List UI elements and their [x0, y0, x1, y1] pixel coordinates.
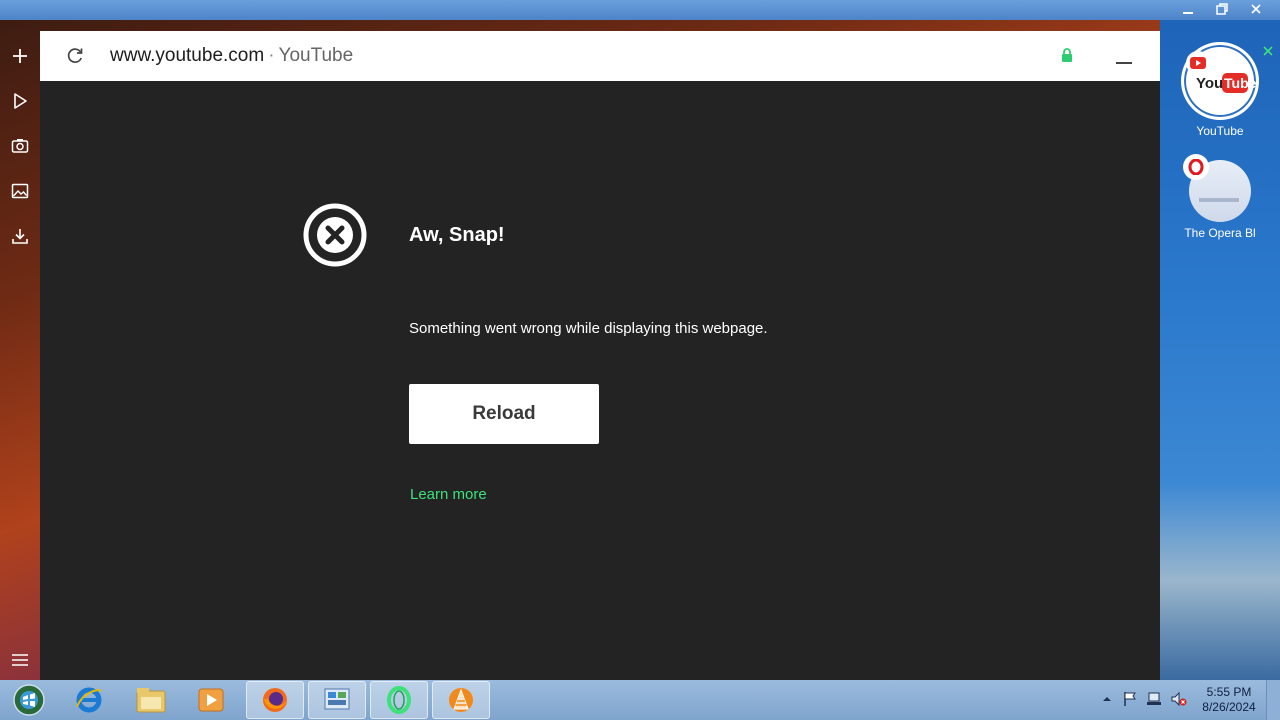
thumbnail-line: [1199, 198, 1239, 202]
reload-page-button[interactable]: [65, 46, 85, 66]
start-orb-icon: [13, 684, 45, 716]
lock-icon: [1062, 48, 1072, 62]
opera-badge: [1183, 154, 1209, 180]
taskbar-vlc[interactable]: [432, 681, 490, 719]
new-tab-button[interactable]: [10, 46, 30, 66]
pinned-site-youtube[interactable]: You Tube YouTube: [1170, 42, 1273, 138]
download-icon: [12, 229, 28, 244]
error-title: Aw, Snap!: [409, 224, 505, 246]
learn-more-link[interactable]: Learn more: [410, 486, 487, 503]
site-name: YouTube: [278, 45, 354, 66]
window-controls: [1178, 2, 1266, 18]
clock-time: 5:55 PM: [1206, 685, 1252, 699]
svg-text:Tube: Tube: [1224, 75, 1256, 91]
flag-icon: [1124, 692, 1136, 706]
tray-volume[interactable]: [1171, 690, 1187, 708]
pinned-site-close[interactable]: [1262, 44, 1274, 56]
taskbar-file-explorer[interactable]: [122, 681, 180, 719]
window-close-button[interactable]: [1246, 2, 1266, 18]
taskbar-media-player[interactable]: [182, 681, 240, 719]
taskbar-opera-gx[interactable]: [370, 681, 428, 719]
vlc-icon: [449, 688, 473, 712]
error-x-icon: [303, 203, 367, 267]
desktop-background: You Tube YouTube The Opera Bl: [1160, 20, 1280, 680]
address-bar: www.youtube.com · YouTube: [40, 31, 1160, 81]
show-desktop-button[interactable]: [1266, 680, 1280, 720]
window-restore-button[interactable]: [1212, 2, 1232, 18]
network-icon: [1147, 692, 1161, 705]
restore-icon: [1216, 3, 1228, 15]
opera-gx-icon: [387, 686, 411, 714]
youtube-thumbnail: You Tube: [1181, 42, 1259, 120]
close-icon: [1251, 4, 1261, 14]
window-minimize-button[interactable]: [1178, 2, 1198, 18]
window-titlebar: [0, 0, 1280, 20]
taskbar-internet-explorer[interactable]: [60, 681, 118, 719]
url-field[interactable]: www.youtube.com · YouTube: [110, 45, 353, 67]
menu-icon: [12, 654, 28, 666]
camera-icon: [11, 139, 29, 153]
url-separator: ·: [268, 45, 275, 66]
start-button[interactable]: [0, 681, 58, 719]
refresh-icon: [67, 48, 83, 64]
pinned-site-opera-blog[interactable]: The Opera Bl: [1170, 154, 1270, 240]
internet-explorer-icon: [76, 687, 102, 713]
file-explorer-icon: [136, 688, 166, 713]
player-button[interactable]: [10, 91, 30, 111]
sidebar-menu-button[interactable]: [10, 650, 30, 670]
clock-date: 8/26/2024: [1202, 700, 1256, 714]
youtube-play-icon: [1190, 57, 1206, 69]
plus-icon: [13, 49, 27, 63]
control-panel-icon: [324, 688, 350, 710]
volume-muted-icon: [1171, 691, 1187, 707]
tray-action-center[interactable]: [1122, 690, 1138, 708]
browser-sidebar: [0, 20, 40, 680]
svg-text:You: You: [1196, 75, 1223, 92]
youtube-badge: [1186, 51, 1210, 75]
image-icon: [11, 183, 29, 199]
pinned-site-label: The Opera Bl: [1184, 226, 1256, 240]
opera-blog-thumbnail: [1183, 154, 1251, 222]
pinned-site-label: YouTube: [1196, 124, 1244, 138]
url-text: www.youtube.com: [110, 45, 265, 66]
taskbar: 5:55 PM 8/26/2024: [0, 680, 1280, 720]
snapshot-button[interactable]: [10, 136, 30, 156]
tray-show-hidden[interactable]: [1099, 690, 1115, 708]
close-icon: [1263, 46, 1273, 56]
dash-icon: [1116, 62, 1132, 64]
play-icon: [14, 93, 27, 109]
reload-button[interactable]: Reload: [409, 384, 599, 444]
taskbar-control-panel[interactable]: [308, 681, 366, 719]
web-panel: www.youtube.com · YouTube Aw, Snap! Someth…: [40, 31, 1160, 680]
secure-lock[interactable]: [1060, 47, 1074, 63]
minimize-icon: [1183, 12, 1193, 14]
tray-network[interactable]: [1146, 690, 1162, 708]
gallery-button[interactable]: [10, 181, 30, 201]
error-message: Something went wrong while displaying th…: [409, 320, 768, 337]
tray-clock[interactable]: 5:55 PM 8/26/2024: [1196, 685, 1262, 715]
chevron-up-icon: [1103, 697, 1111, 701]
opera-icon: [1188, 159, 1204, 175]
media-player-icon: [198, 688, 224, 712]
panel-minimize-button[interactable]: [1115, 53, 1133, 65]
taskbar-firefox[interactable]: [246, 681, 304, 719]
downloads-button[interactable]: [10, 226, 30, 246]
firefox-icon: [263, 688, 287, 712]
